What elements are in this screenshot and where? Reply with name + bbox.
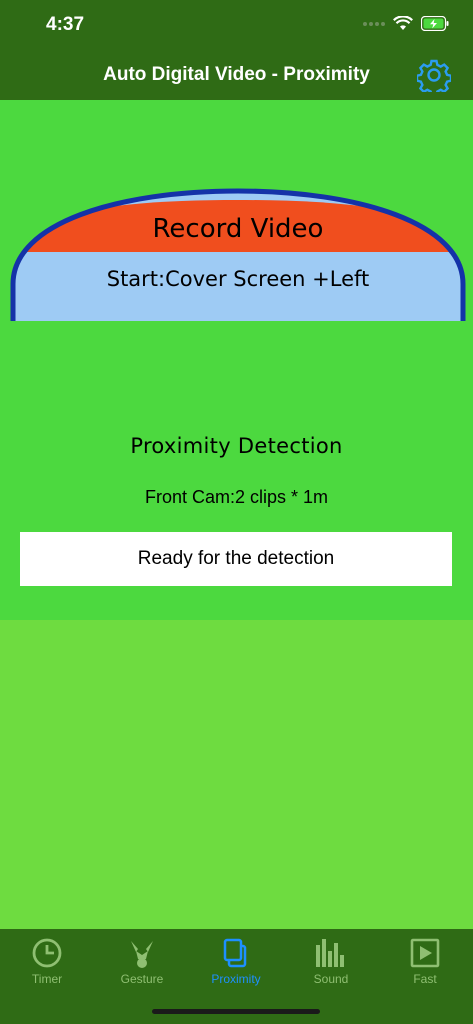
status-time: 4:37 — [46, 14, 85, 35]
tab-gesture[interactable]: Gesture — [95, 929, 189, 999]
gesture-icon — [131, 941, 153, 968]
home-indicator[interactable] — [152, 1009, 320, 1014]
clock-icon — [32, 938, 62, 968]
tab-label: Gesture — [120, 972, 164, 986]
proximity-title: Proximity Detection — [130, 434, 343, 458]
record-title: Record Video — [152, 214, 324, 244]
tab-label: Proximity — [211, 972, 261, 986]
clips-info: Front Cam:2 clips * 1m — [144, 487, 329, 507]
signal-icon — [363, 21, 385, 26]
tab-proximity[interactable]: Proximity — [189, 929, 283, 999]
battery-charging-icon — [421, 16, 449, 31]
tab-fast[interactable]: Fast — [378, 929, 472, 999]
page-title: Auto Digital Video - Proximity — [103, 64, 370, 85]
tab-sound[interactable]: Sound — [284, 929, 378, 999]
wifi-icon — [393, 16, 413, 30]
detection-status-box: Ready for the detection — [20, 532, 452, 586]
tab-label: Fast — [413, 972, 437, 986]
record-video-button[interactable] — [10, 188, 466, 324]
play-icon — [410, 938, 440, 968]
tab-timer[interactable]: Timer — [0, 929, 94, 999]
tab-label: Timer — [31, 972, 63, 986]
record-subtitle: Start:Cover Screen +Left — [106, 267, 370, 291]
tab-label: Sound — [313, 972, 349, 986]
proximity-icon — [223, 938, 247, 968]
status-icons — [363, 16, 449, 31]
detection-status-text: Ready for the detection — [137, 548, 335, 569]
top-bar: 4:37 Auto Digital Video - Proximity — [0, 0, 473, 100]
sound-bars-icon — [316, 939, 344, 967]
gear-icon[interactable] — [417, 58, 451, 92]
